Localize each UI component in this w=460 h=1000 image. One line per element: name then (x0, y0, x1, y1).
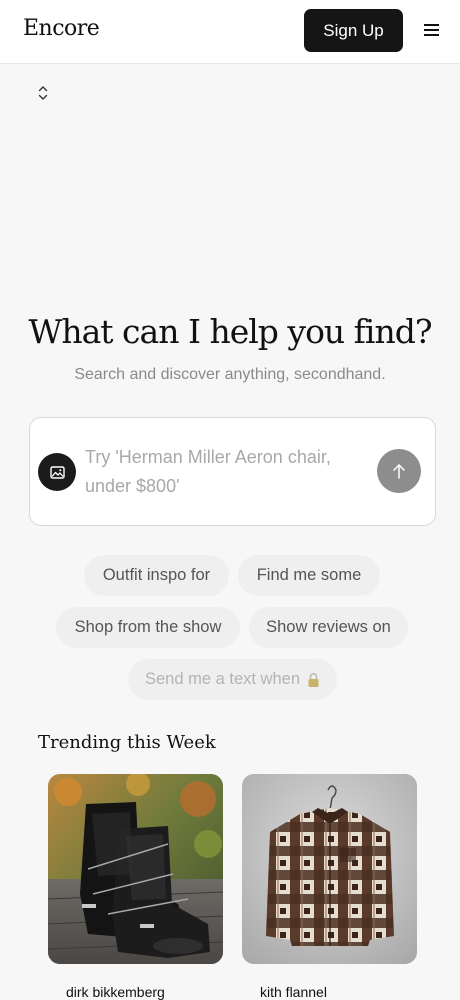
sign-up-button[interactable]: Sign Up (304, 9, 403, 52)
suggestion-chip-label: Outfit inspo for (102, 566, 211, 584)
image-upload-button[interactable] (38, 453, 76, 491)
product-title[interactable]: dirk bikkemberg (66, 984, 165, 1000)
suggestion-chip[interactable]: Find me some (238, 555, 380, 596)
page-subtitle: Search and discover anything, secondhand… (74, 366, 386, 383)
boots-image (48, 774, 223, 964)
trending-heading: Trending this Week (38, 732, 216, 753)
product-title[interactable]: kith flannel (260, 984, 327, 1000)
flannel-shirt-image (242, 774, 417, 964)
suggestion-chip-locked[interactable]: Send me a text when (128, 659, 337, 700)
product-image[interactable] (48, 774, 223, 964)
suggestion-chip[interactable]: Outfit inspo for (84, 555, 229, 596)
hamburger-menu-icon[interactable] (424, 24, 439, 36)
send-button[interactable] (377, 449, 421, 493)
search-placeholder[interactable]: Try 'Herman Miller Aeron chair, under $8… (85, 443, 365, 501)
suggestion-chip-label: Send me a text when (144, 670, 300, 688)
arrow-up-icon (393, 464, 405, 479)
page-title: What can I help you find? (28, 312, 432, 351)
top-nav: Encore Sign Up (0, 0, 460, 64)
suggestion-chip-label: Show reviews on (266, 618, 391, 636)
suggestion-chip-label: Find me some (256, 566, 362, 584)
product-image[interactable] (242, 774, 417, 964)
logo[interactable]: Encore (23, 16, 100, 41)
suggestion-chip[interactable]: Show reviews on (249, 607, 408, 648)
lock-icon (308, 672, 319, 687)
image-upload-icon (49, 465, 65, 479)
suggestion-chip-label: Shop from the show (74, 618, 222, 636)
chevron-up-down-icon[interactable] (36, 84, 50, 102)
suggestion-chip[interactable]: Shop from the show (56, 607, 240, 648)
